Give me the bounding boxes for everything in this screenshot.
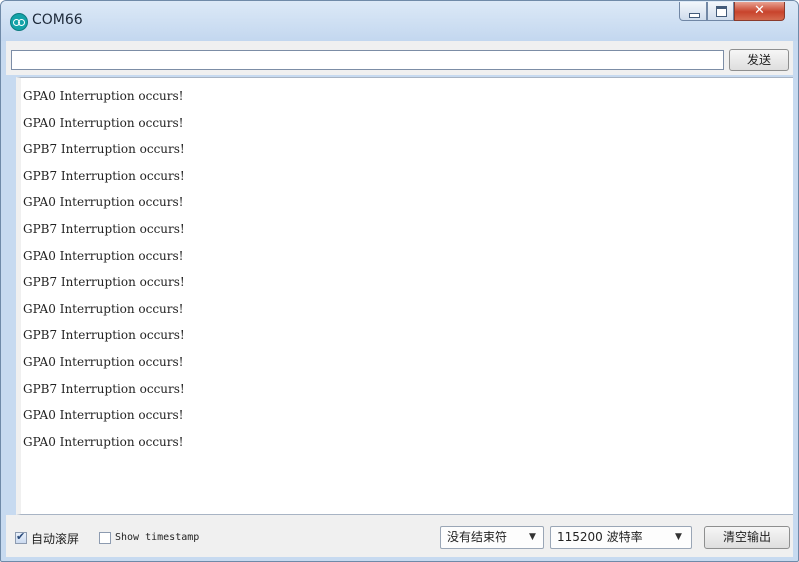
close-button[interactable]: ✕ xyxy=(734,2,785,21)
chevron-down-icon: ▼ xyxy=(529,532,536,542)
output-line: GPA0 Interruption occurs! xyxy=(23,434,184,449)
output-line: GPA0 Interruption occurs! xyxy=(23,301,184,316)
output-line: GPB7 Interruption occurs! xyxy=(23,275,185,290)
serial-monitor-window: COM66 ✕ 发送 GPA0 Interruption occurs! GPA0… xyxy=(0,0,799,562)
output-line: GPA0 Interruption occurs! xyxy=(23,89,184,103)
maximize-button[interactable] xyxy=(707,2,734,21)
output-line: GPA0 Interruption occurs! xyxy=(23,248,184,263)
checkmark-icon: ✔ xyxy=(16,530,26,543)
arduino-icon xyxy=(10,13,28,31)
serial-output[interactable]: GPA0 Interruption occurs! GPA0 Interrupti… xyxy=(16,77,793,515)
line-ending-value: 没有结束符 xyxy=(447,530,508,544)
line-ending-select[interactable]: 没有结束符 ▼ xyxy=(440,526,544,549)
send-button[interactable]: 发送 xyxy=(729,49,789,71)
output-line: GPA0 Interruption occurs! xyxy=(23,115,184,130)
chevron-down-icon: ▼ xyxy=(675,532,682,542)
output-line: GPB7 Interruption occurs! xyxy=(23,221,185,236)
output-line: GPB7 Interruption occurs! xyxy=(23,142,185,157)
output-line: GPB7 Interruption occurs! xyxy=(23,168,185,183)
output-line: GPB7 Interruption occurs! xyxy=(23,328,185,343)
output-line: GPA0 Interruption occurs! xyxy=(23,408,184,423)
timestamp-checkbox[interactable] xyxy=(99,532,111,544)
output-lines: GPA0 Interruption occurs! GPA0 Interrupti… xyxy=(23,88,185,460)
baud-rate-select[interactable]: 115200 波特率 ▼ xyxy=(550,526,692,549)
autoscroll-checkbox[interactable]: ✔ xyxy=(15,530,27,544)
close-icon: ✕ xyxy=(754,3,765,18)
timestamp-label: Show timestamp xyxy=(115,532,200,543)
minimize-icon xyxy=(689,13,700,18)
minimize-button[interactable] xyxy=(679,2,707,21)
title-bar[interactable]: COM66 ✕ xyxy=(1,1,798,41)
window-title: COM66 xyxy=(32,12,83,28)
send-input[interactable] xyxy=(11,50,724,70)
output-line: GPA0 Interruption occurs! xyxy=(23,195,184,210)
maximize-icon xyxy=(716,6,727,17)
clear-output-button[interactable]: 清空输出 xyxy=(704,526,790,549)
autoscroll-label: 自动滚屏 xyxy=(31,532,80,546)
output-line: GPB7 Interruption occurs! xyxy=(23,381,185,396)
baud-rate-value: 115200 波特率 xyxy=(557,530,643,544)
output-line: GPA0 Interruption occurs! xyxy=(23,354,184,369)
